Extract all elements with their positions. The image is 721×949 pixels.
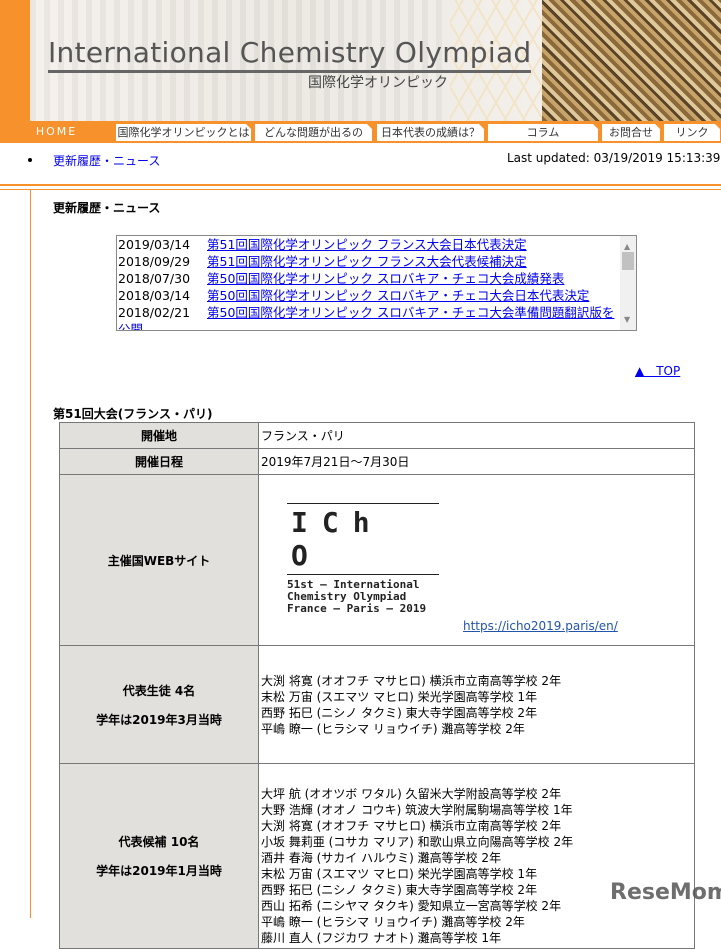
watermark-logo: ReseMom xyxy=(610,880,721,905)
site-label: 主催国WEBサイト xyxy=(59,474,259,646)
nav-contact[interactable]: お問合せ xyxy=(601,123,661,142)
reps-label: 代表生徒 4名 xyxy=(122,683,196,698)
sub-nav: 更新履歴・ニュース Last updated: 03/19/2019 15:13… xyxy=(0,151,721,172)
left-border xyxy=(30,190,31,918)
cands-list: 大坪 航 (オオツボ ワタル) 久留米大学附設高等学校 2年 大野 浩輝 (オオ… xyxy=(258,763,695,949)
news-link[interactable]: 第51回国際化学オリンピック フランス大会代表候補決定 xyxy=(207,254,527,269)
site-url-link[interactable]: https://icho2019.paris/en/ xyxy=(463,619,618,633)
header-strip xyxy=(0,0,30,121)
dates-value: 2019年7月21日～7月30日 xyxy=(258,448,695,475)
news-date: 2018/03/14 xyxy=(118,288,191,303)
rep-item: 西野 拓巳 (ニシノ タクミ) 東大寺学園高等学校 2年 xyxy=(261,705,538,720)
nav-links[interactable]: リンク xyxy=(663,123,721,142)
table-row: 主催国WEBサイト ICh O 51st — International Chem… xyxy=(59,474,695,646)
reps-list: 大渕 将寛 (オオフチ マサヒロ) 横浜市立南高等学校 2年 末松 万宙 (スエ… xyxy=(258,645,695,764)
dates-label: 開催日程 xyxy=(59,448,259,475)
news-item: 2018/09/29 第51回国際化学オリンピック フランス大会代表候補決定 xyxy=(118,253,636,270)
cand-item: 大渕 将寛 (オオフチ マサヒロ) 横浜市立南高等学校 2年 xyxy=(261,819,562,833)
table-row: 開催地 フランス・パリ xyxy=(59,422,695,449)
event-table: 開催地 フランス・パリ 開催日程 2019年7月21日～7月30日 主催国WEB… xyxy=(59,422,695,949)
news-date: 2018/02/21 xyxy=(118,305,191,320)
last-updated: Last updated: 03/19/2019 15:13:39 xyxy=(507,151,721,165)
cands-grade-note: 学年は2019年1月当時 xyxy=(96,864,222,878)
site-title: International Chemistry Olympiad xyxy=(48,36,532,73)
nav-about[interactable]: 国際化学オリンピックとは xyxy=(115,123,252,142)
rep-item: 末松 万宙 (スエマツ マヒロ) 栄光学園高等学校 1年 xyxy=(261,689,538,704)
scrollbar[interactable]: ▲ ▼ xyxy=(620,236,636,330)
news-heading: 更新履歴・ニュース xyxy=(53,201,161,215)
rep-item: 大渕 将寛 (オオフチ マサヒロ) 横浜市立南高等学校 2年 xyxy=(261,673,562,688)
news-item: 2018/02/21 第50回国際化学オリンピック スロバキア・チェコ大会準備問題… xyxy=(118,304,620,330)
news-date: 2018/09/29 xyxy=(118,254,191,269)
cands-label: 代表候補 10名 xyxy=(118,835,200,849)
cand-item: 大野 浩輝 (オオノ コウキ) 筑波大学附属駒場高等学校 1年 xyxy=(261,803,573,817)
venue-label: 開催地 xyxy=(59,422,259,449)
top-link[interactable]: ▲ TOP xyxy=(635,362,680,379)
venue-value: フランス・パリ xyxy=(258,422,695,449)
table-row: 代表候補 10名 学年は2019年1月当時 大坪 航 (オオツボ ワタル) 久留… xyxy=(59,763,695,949)
news-item: 2019/03/14 第51回国際化学オリンピック フランス大会日本代表決定 xyxy=(118,236,636,253)
nav-results[interactable]: 日本代表の成績は？ xyxy=(376,123,485,142)
scroll-down-icon[interactable]: ▼ xyxy=(624,311,630,328)
news-link[interactable]: 更新履歴・ニュース xyxy=(53,152,160,169)
news-date: 2019/03/14 xyxy=(118,237,191,252)
bullet xyxy=(28,158,32,162)
news-item: 2018/07/30 第50回国際化学オリンピック スロバキア・チェコ大会成績発表 xyxy=(118,270,636,287)
divider xyxy=(0,184,721,186)
divider xyxy=(0,189,721,190)
news-link[interactable]: 第50回国際化学オリンピック スロバキア・チェコ大会日本代表決定 xyxy=(207,288,589,303)
news-link[interactable]: 第51回国際化学オリンピック フランス大会日本代表決定 xyxy=(207,237,527,252)
nav-column[interactable]: コラム xyxy=(487,123,599,142)
event-heading: 第51回大会(フランス・パリ) xyxy=(53,407,213,421)
news-date: 2018/07/30 xyxy=(118,271,191,286)
cand-item: 小坂 舞莉亜 (コサカ マリア) 和歌山県立向陽高等学校 2年 xyxy=(261,835,574,849)
news-link[interactable]: 第50回国際化学オリンピック スロバキア・チェコ大会成績発表 xyxy=(207,271,564,286)
nav-bar: HOME 国際化学オリンピックとは どんな問題が出るの 日本代表の成績は？ コラ… xyxy=(0,121,721,143)
cand-item: 酒井 春海 (サカイ ハルウミ) 灘高等学校 2年 xyxy=(261,851,502,865)
reps-label-cell: 代表生徒 4名 学年は2019年3月当時 xyxy=(59,645,259,764)
nav-problems[interactable]: どんな問題が出るの xyxy=(254,123,373,142)
news-item: 2018/03/14 第50回国際化学オリンピック スロバキア・チェコ大会日本代表… xyxy=(118,287,636,304)
news-list[interactable]: 2019/03/14 第51回国際化学オリンピック フランス大会日本代表決定 20… xyxy=(116,235,637,331)
reps-grade-note: 学年は2019年3月当時 xyxy=(96,712,222,727)
rep-item: 平嶋 瞭一 (ヒラシマ リョウイチ) 灘高等学校 2年 xyxy=(261,721,525,736)
table-row: 代表生徒 4名 学年は2019年3月当時 大渕 将寛 (オオフチ マサヒロ) 横… xyxy=(59,645,695,764)
cand-item: 大坪 航 (オオツボ ワタル) 久留米大学附設高等学校 2年 xyxy=(261,787,562,801)
nav-home[interactable]: HOME xyxy=(0,123,113,142)
table-row: 開催日程 2019年7月21日～7月30日 xyxy=(59,448,695,475)
cand-item: 平嶋 瞭一 (ヒラシマ リョウイチ) 灘高等学校 2年 xyxy=(261,915,525,929)
scroll-thumb[interactable] xyxy=(622,252,634,270)
site-subtitle: 国際化学オリンピック xyxy=(308,75,448,91)
site-cell: ICh O 51st — International Chemistry Olym… xyxy=(258,474,695,646)
cand-item: 藤川 直人 (フジカワ ナオト) 灘高等学校 1年 xyxy=(261,931,502,945)
photo-mosaic xyxy=(542,0,721,121)
header-banner: International Chemistry Olympiad 国際化学オリン… xyxy=(0,0,721,121)
cands-label-cell: 代表候補 10名 学年は2019年1月当時 xyxy=(59,763,259,949)
icho-logo: ICh O 51st — International Chemistry Olym… xyxy=(287,503,447,615)
